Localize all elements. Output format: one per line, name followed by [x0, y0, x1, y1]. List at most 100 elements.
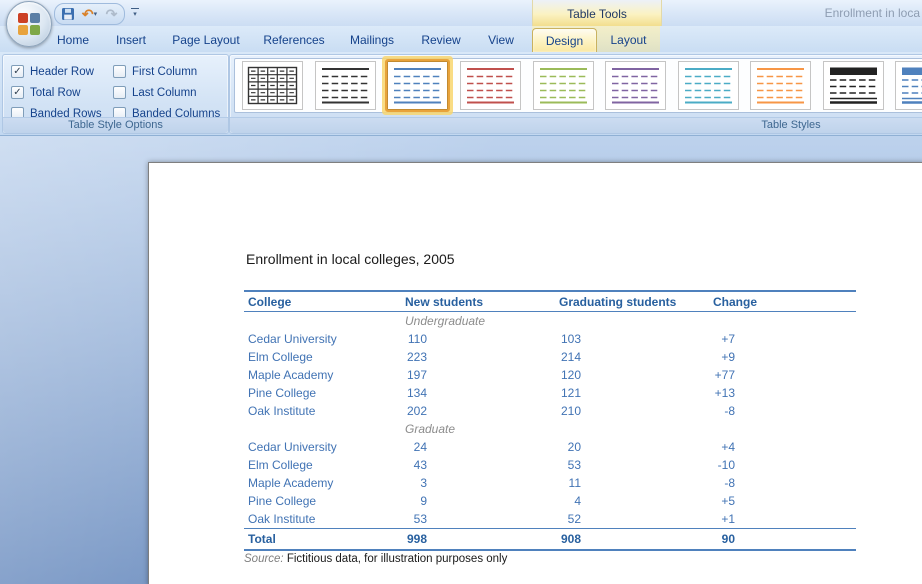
table-cell: +13 — [713, 384, 856, 402]
table-style-light-style-accent-olive[interactable] — [533, 61, 594, 110]
tab-review[interactable]: Review — [412, 28, 470, 52]
tab-mailings[interactable]: Mailings — [340, 28, 404, 52]
window-title: Enrollment in loca — [825, 6, 920, 20]
table-cell: Oak Institute — [244, 510, 405, 529]
checkbox-label: Total Row — [30, 87, 81, 99]
table-cell — [244, 420, 405, 438]
table-cell: New students — [405, 291, 559, 312]
table-cell: +1 — [713, 510, 856, 529]
table-style-options-group-label: Table Style Options — [3, 117, 228, 133]
checkbox-total-row[interactable]: ✓Total Row — [11, 82, 109, 103]
document-page[interactable]: Enrollment in local colleges, 2005 Colle… — [148, 162, 922, 584]
table-cell: 214 — [559, 348, 713, 366]
table-cell: +5 — [713, 492, 856, 510]
table-style-table-grid[interactable] — [242, 61, 303, 110]
table-cell: -8 — [713, 474, 856, 492]
table-styles-gallery — [234, 58, 922, 113]
unchecked-checkbox-icon — [113, 65, 126, 78]
table-cell: Cedar University — [244, 438, 405, 456]
table-style-light-style-accent-red[interactable] — [460, 61, 521, 110]
table-cell: 24 — [405, 438, 559, 456]
table-cell: 52 — [559, 510, 713, 529]
data-row: Pine College134121+13 — [244, 384, 856, 402]
table-cell: 134 — [405, 384, 559, 402]
tab-references[interactable]: References — [256, 28, 332, 52]
tab-insert[interactable]: Insert — [106, 28, 156, 52]
table-cell: 110 — [405, 330, 559, 348]
table-cell: Maple Academy — [244, 366, 405, 384]
customize-quick-access-icon[interactable]: ▾ — [128, 5, 142, 21]
office-logo-icon — [18, 13, 40, 35]
data-row: Oak Institute202210-8 — [244, 402, 856, 420]
table-style-light-style-accent-blue[interactable] — [387, 61, 448, 110]
word-window: ↶▾ ↷ ▾ Table Tools Enrollment in loca Ho… — [0, 0, 922, 584]
table-style-header-style-black[interactable] — [823, 61, 884, 110]
data-row: Maple Academy197120+77 — [244, 366, 856, 384]
table-cell: Cedar University — [244, 330, 405, 348]
table-cell: 9 — [405, 492, 559, 510]
table-cell: 11 — [559, 474, 713, 492]
ribbon-tab-row: Home Insert Page Layout References Mailings R… — [0, 26, 922, 52]
table-style-light-style-accent-teal[interactable] — [678, 61, 739, 110]
enrollment-table: CollegeNew studentsGraduating studentsCh… — [244, 290, 856, 551]
table-cell: Elm College — [244, 456, 405, 474]
table-cell — [559, 312, 713, 331]
redo-icon: ↷ — [103, 6, 120, 22]
tab-page-layout[interactable]: Page Layout — [164, 28, 248, 52]
table-cell: Oak Institute — [244, 402, 405, 420]
data-row: Elm College223214+9 — [244, 348, 856, 366]
table-style-light-style-accent-orange[interactable] — [750, 61, 811, 110]
table-cell: Undergraduate — [405, 312, 559, 331]
table-cell: 3 — [405, 474, 559, 492]
checked-checkbox-icon: ✓ — [11, 65, 24, 78]
table-cell: +7 — [713, 330, 856, 348]
table-style-header-style-blue[interactable] — [895, 61, 922, 110]
data-row: Cedar University110103+7 — [244, 330, 856, 348]
table-tools-contextual-header: Table Tools — [532, 0, 662, 26]
source-label: Source: — [244, 553, 284, 565]
table-style-light-style-black[interactable] — [315, 61, 376, 110]
save-icon[interactable] — [59, 6, 76, 22]
tab-layout[interactable]: Layout — [597, 28, 660, 52]
table-cell: +4 — [713, 438, 856, 456]
table-cell: Pine College — [244, 384, 405, 402]
source-text: Fictitious data, for illustration purpos… — [287, 553, 508, 565]
table-cell: +9 — [713, 348, 856, 366]
table-style-options-group: ✓Header RowFirst Column✓Total RowLast Co… — [2, 54, 229, 134]
tab-home[interactable]: Home — [48, 28, 98, 52]
table-cell: Maple Academy — [244, 474, 405, 492]
table-cell: 20 — [559, 438, 713, 456]
undo-icon[interactable]: ↶▾ — [81, 6, 98, 22]
data-row: Elm College4353-10 — [244, 456, 856, 474]
document-title: Enrollment in local colleges, 2005 — [246, 251, 455, 267]
table-style-light-style-accent-purple[interactable] — [605, 61, 666, 110]
tab-view[interactable]: View — [478, 28, 524, 52]
checkbox-last-column[interactable]: Last Column — [113, 82, 220, 103]
table-cell: College — [244, 291, 405, 312]
table-cell: 120 — [559, 366, 713, 384]
table-cell — [713, 420, 856, 438]
table-cell: +77 — [713, 366, 856, 384]
office-button[interactable] — [6, 1, 52, 47]
checkbox-first-column[interactable]: First Column — [113, 61, 220, 82]
tab-design[interactable]: Design — [532, 28, 597, 53]
table-cell: Pine College — [244, 492, 405, 510]
data-row: Maple Academy311-8 — [244, 474, 856, 492]
checkbox-label: First Column — [132, 66, 197, 78]
table-cell: 908 — [559, 529, 713, 551]
table-cell: Graduate — [405, 420, 559, 438]
section-row: Graduate — [244, 420, 856, 438]
table-cell: 223 — [405, 348, 559, 366]
data-row: Pine College94+5 — [244, 492, 856, 510]
header-row: CollegeNew studentsGraduating studentsCh… — [244, 291, 856, 312]
table-cell — [559, 420, 713, 438]
document-workspace: Enrollment in local colleges, 2005 Colle… — [0, 136, 922, 584]
table-cell: 210 — [559, 402, 713, 420]
table-cell: Elm College — [244, 348, 405, 366]
quick-access-toolbar: ↶▾ ↷ — [54, 3, 125, 25]
table-cell: 202 — [405, 402, 559, 420]
table-cell: 998 — [405, 529, 559, 551]
ribbon: ✓Header RowFirst Column✓Total RowLast Co… — [0, 52, 922, 136]
checkbox-header-row[interactable]: ✓Header Row — [11, 61, 109, 82]
table-cell: 197 — [405, 366, 559, 384]
